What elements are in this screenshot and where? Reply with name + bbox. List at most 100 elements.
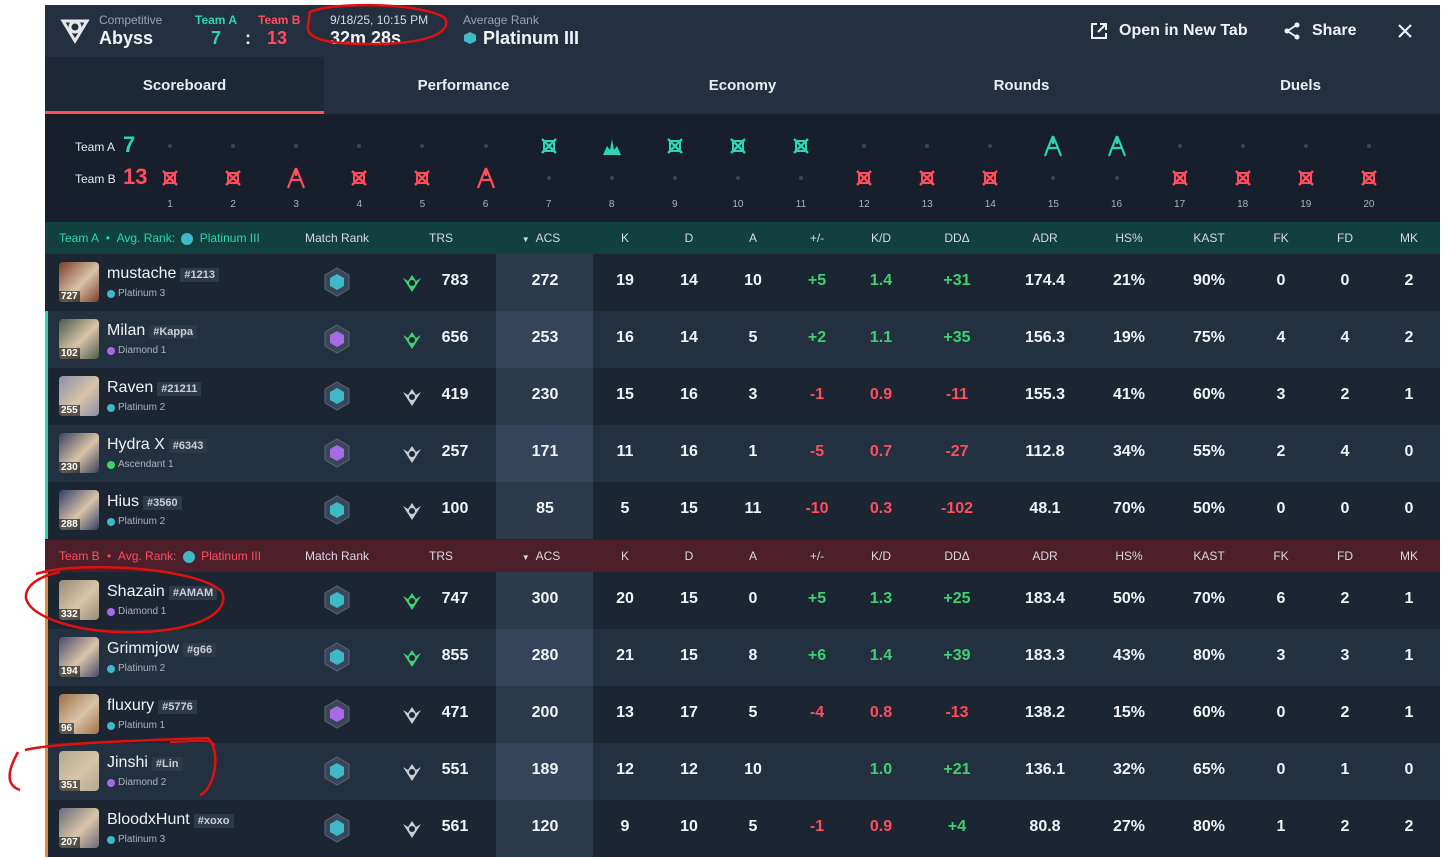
player-name[interactable]: fluxury #5776 xyxy=(107,697,197,715)
stat-d: 14 xyxy=(680,329,698,346)
stat-adr: 156.3 xyxy=(1024,329,1066,346)
tab-performance[interactable]: Performance xyxy=(324,57,603,114)
stat-kd: 0.9 xyxy=(869,386,893,403)
col-header-plus-minus: +/- xyxy=(809,549,825,563)
trs-tier-icon xyxy=(403,503,421,520)
player-row[interactable]: 194 Grimmjow #g66 Platinum 2 855 280 21 15 8 +6 1.… xyxy=(45,629,1440,686)
stat-trs: 855 xyxy=(441,647,469,664)
round-6[interactable]: 6 xyxy=(466,122,506,222)
round-5[interactable]: 5 xyxy=(402,122,442,222)
round-number: 12 xyxy=(858,199,870,210)
empty-slot-dot xyxy=(546,176,551,180)
sort-desc-icon: ▼ xyxy=(521,553,530,562)
match-rank-badge-icon xyxy=(324,699,350,729)
round-8[interactable]: 8 xyxy=(592,122,632,222)
col-header-trs[interactable]: TRS xyxy=(429,549,453,563)
stat-kast: 55% xyxy=(1192,443,1226,460)
elimination-icon xyxy=(540,138,557,154)
player-name[interactable]: Milan #Kappa xyxy=(107,322,197,340)
match-mode: Competitive xyxy=(99,13,163,27)
round-2[interactable]: 2 xyxy=(213,122,253,222)
stat-hs: 21% xyxy=(1112,272,1146,289)
stat-fd: 2 xyxy=(1340,590,1350,607)
round-12[interactable]: 12 xyxy=(844,122,884,222)
player-name[interactable]: BloodxHunt #xoxo xyxy=(107,811,234,829)
stat-kd: 0.7 xyxy=(869,443,893,460)
player-name[interactable]: Raven #21211 xyxy=(107,379,202,397)
round-13[interactable]: 13 xyxy=(907,122,947,222)
col-header-trs[interactable]: TRS xyxy=(429,231,453,245)
round-1[interactable]: 1 xyxy=(150,122,190,222)
player-name[interactable]: mustache #1213 xyxy=(107,265,219,283)
empty-slot-dot xyxy=(988,144,993,148)
header-team-b-label: Team B xyxy=(258,13,301,27)
team-edge xyxy=(45,425,48,482)
share-button[interactable]: Share xyxy=(1282,19,1356,43)
stat-k: 19 xyxy=(616,272,634,289)
round-15[interactable]: 15 xyxy=(1033,122,1073,222)
player-rank: Platinum 3 xyxy=(107,288,165,299)
player-name[interactable]: Jinshi #Lin xyxy=(107,754,183,772)
round-10[interactable]: 10 xyxy=(718,122,758,222)
round-14[interactable]: 14 xyxy=(970,122,1010,222)
rank-icon xyxy=(107,664,115,673)
round-9[interactable]: 9 xyxy=(655,122,695,222)
player-row[interactable]: 255 Raven #21211 Platinum 2 419 230 15 16 3 -1 0.9… xyxy=(45,368,1440,425)
player-rank: Diamond 2 xyxy=(107,777,166,788)
stat-fd: 3 xyxy=(1340,647,1350,664)
stat-pm: -5 xyxy=(809,443,825,460)
stat-k: 5 xyxy=(620,500,630,517)
player-name[interactable]: Hydra X #6343 xyxy=(107,436,208,454)
round-3[interactable]: 3 xyxy=(276,122,316,222)
stat-d: 15 xyxy=(680,500,698,517)
open-in-new-tab-button[interactable]: Open in New Tab xyxy=(1089,19,1248,43)
col-header-d: D xyxy=(684,231,694,245)
player-name[interactable]: Grimmjow #g66 xyxy=(107,640,217,658)
round-17[interactable]: 17 xyxy=(1160,122,1200,222)
player-row[interactable]: 727 mustache #1213 Platinum 3 783 272 19 14 10 +5… xyxy=(45,254,1440,311)
col-header-acs[interactable]: ▼ ACS xyxy=(522,231,561,245)
match-header: Competitive Abyss Team A 7 : Team B 13 9… xyxy=(45,5,1440,57)
player-row[interactable]: 288 Hius #3560 Platinum 2 100 85 5 15 11 -10 0.3 -1… xyxy=(45,482,1440,539)
stat-mk: 1 xyxy=(1404,704,1414,721)
player-rank: Ascendant 1 xyxy=(107,459,174,470)
tab-scoreboard[interactable]: Scoreboard xyxy=(45,57,324,114)
agent-avatar: 96 xyxy=(59,694,99,734)
stat-a: 5 xyxy=(748,329,758,346)
timeline-team-a-label: Team A xyxy=(75,140,116,154)
round-7[interactable]: 7 xyxy=(529,122,569,222)
stat-mk: 0 xyxy=(1404,443,1414,460)
stat-pm: +5 xyxy=(807,272,827,289)
round-19[interactable]: 19 xyxy=(1286,122,1326,222)
stat-fd: 2 xyxy=(1340,386,1350,403)
player-row[interactable]: 96 fluxury #5776 Platinum 1 471 200 13 17 5 -4 0.8… xyxy=(45,686,1440,743)
player-name[interactable]: Hius #3560 xyxy=(107,493,182,511)
round-20[interactable]: 20 xyxy=(1349,122,1389,222)
col-header-acs[interactable]: ▼ ACS xyxy=(522,549,561,563)
tab-economy[interactable]: Economy xyxy=(603,57,882,114)
round-11[interactable]: 11 xyxy=(781,122,821,222)
stat-pm: +5 xyxy=(807,590,827,607)
stat-trs: 561 xyxy=(441,818,469,835)
close-icon[interactable] xyxy=(1397,23,1413,39)
player-row[interactable]: 332 Shazain #AMAM Diamond 1 747 300 20 15 0 +5 1.3… xyxy=(45,572,1440,629)
tab-rounds[interactable]: Rounds xyxy=(882,57,1161,114)
team-edge xyxy=(45,572,48,629)
team-a-title: Team A • Avg. Rank: Platinum III xyxy=(59,231,260,245)
round-16[interactable]: 16 xyxy=(1097,122,1137,222)
player-tag: #AMAM xyxy=(168,586,218,600)
player-row[interactable]: 351 Jinshi #Lin Diamond 2 551 189 12 12 10 1.0 +21… xyxy=(45,743,1440,800)
stat-kd: 0.9 xyxy=(869,818,893,835)
team-b-header: Team B • Avg. Rank: Platinum III Match R… xyxy=(45,540,1440,572)
player-tag: #Kappa xyxy=(149,325,197,339)
stat-hs: 27% xyxy=(1112,818,1146,835)
col-header-a: A xyxy=(748,231,758,245)
player-row[interactable]: 230 Hydra X #6343 Ascendant 1 257 171 11 16 1 -5 0… xyxy=(45,425,1440,482)
tab-duels[interactable]: Duels xyxy=(1161,57,1440,114)
player-name[interactable]: Shazain #AMAM xyxy=(107,583,218,601)
round-4[interactable]: 4 xyxy=(339,122,379,222)
player-row[interactable]: 207 BloodxHunt #xoxo Platinum 3 561 120 9 10 5 -1… xyxy=(45,800,1440,857)
round-18[interactable]: 18 xyxy=(1223,122,1263,222)
stat-fk: 0 xyxy=(1276,272,1286,289)
player-row[interactable]: 102 Milan #Kappa Diamond 1 656 253 16 14 5 +2 1.1 +… xyxy=(45,311,1440,368)
